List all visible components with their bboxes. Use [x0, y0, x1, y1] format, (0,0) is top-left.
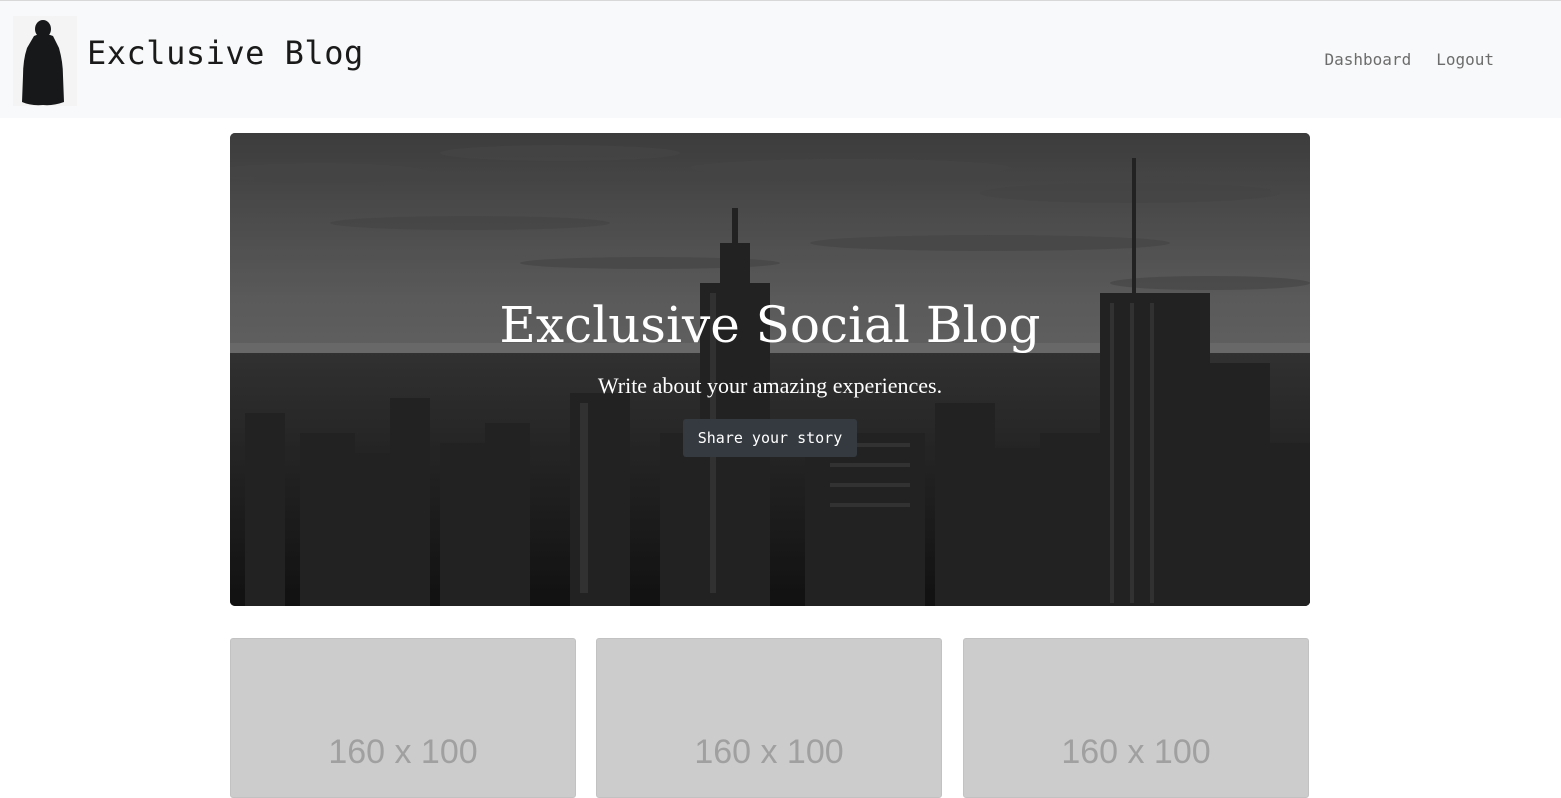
image-placeholder-label: 160 x 100 [1061, 733, 1211, 771]
nav-link-dashboard[interactable]: Dashboard [1325, 50, 1412, 69]
share-story-button[interactable]: Share your story [683, 419, 857, 457]
brand-name[interactable]: Exclusive Blog [87, 34, 364, 72]
post-card-image[interactable]: 160 x 100 [596, 638, 942, 798]
post-cards: 160 x 100 160 x 100 160 x 100 [230, 638, 1310, 798]
brand-logo[interactable] [13, 16, 77, 106]
person-silhouette-icon [22, 20, 64, 106]
hero-title: Exclusive Social Blog [499, 296, 1041, 354]
nav-links: Dashboard Logout [1325, 50, 1495, 69]
hero-content: Exclusive Social Blog Write about your a… [230, 133, 1310, 606]
post-card-image[interactable]: 160 x 100 [230, 638, 576, 798]
post-card-image[interactable]: 160 x 100 [963, 638, 1309, 798]
nav-link-logout[interactable]: Logout [1436, 50, 1494, 69]
navbar: Exclusive Blog Dashboard Logout [0, 0, 1561, 118]
image-placeholder-label: 160 x 100 [694, 733, 844, 771]
image-placeholder-label: 160 x 100 [328, 733, 478, 771]
hero-subtitle: Write about your amazing experiences. [597, 373, 943, 398]
hero-banner: Exclusive Social Blog Write about your a… [230, 133, 1310, 606]
